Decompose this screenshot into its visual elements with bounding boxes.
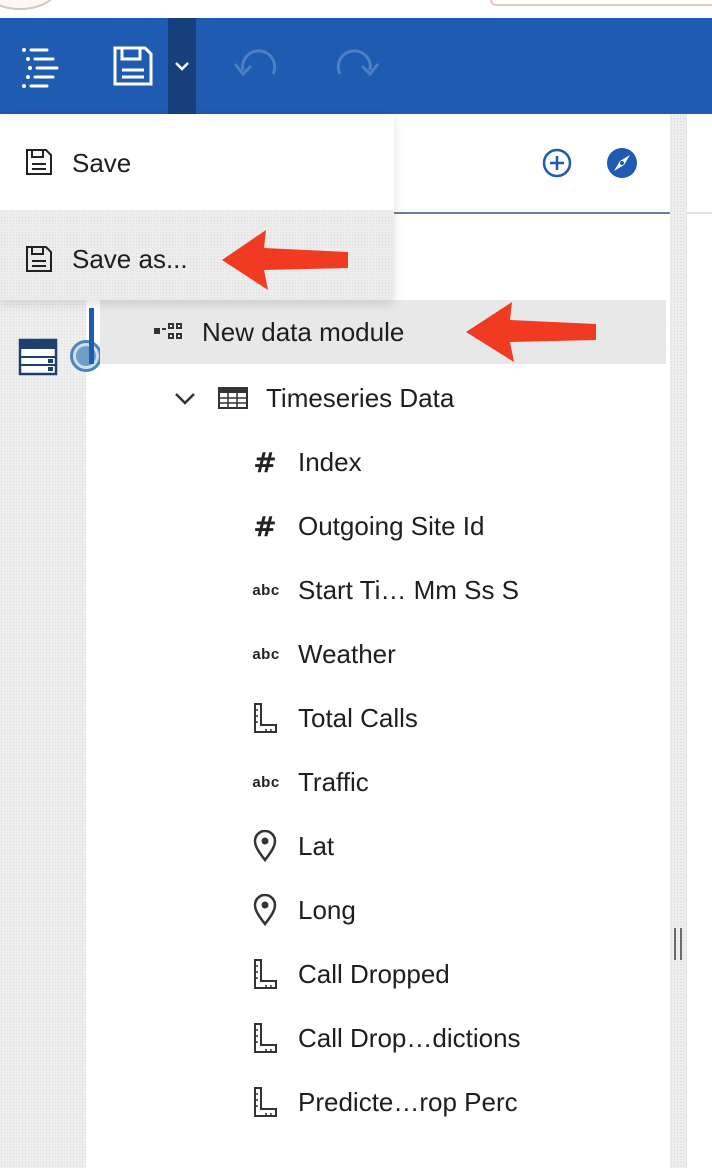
- undo-icon: [233, 49, 277, 77]
- navigation-menu-icon: [22, 48, 59, 88]
- panel-splitter[interactable]: [670, 114, 686, 1168]
- text-abc-icon: abc: [252, 581, 280, 599]
- data-source-icon[interactable]: [18, 338, 58, 376]
- navigate-button[interactable]: [603, 144, 641, 182]
- tree-item-column[interactable]: # Index: [100, 430, 666, 494]
- tree-item-label: Call Drop…dictions: [298, 1022, 521, 1053]
- tree-item-label: Total Calls: [298, 702, 418, 733]
- tree-item-label: Outgoing Site Id: [298, 510, 485, 541]
- browser-top-strip: [0, 0, 712, 18]
- tree-item-column[interactable]: abc Start Ti… Mm Ss S: [100, 558, 666, 622]
- menu-item-label: Save: [72, 148, 132, 178]
- text-abc-icon: abc: [252, 773, 280, 791]
- tree-item-label: Timeseries Data: [266, 382, 455, 413]
- tree-item-label: New data module: [202, 316, 405, 347]
- tree-item-label: Lat: [298, 830, 335, 861]
- tree-item-column[interactable]: # Outgoing Site Id: [100, 494, 666, 558]
- navigation-menu-button[interactable]: [0, 18, 78, 114]
- tree-item-column[interactable]: Predicte…rop Perc: [100, 1070, 666, 1134]
- canvas-edge: [686, 114, 712, 1168]
- hash-icon: #: [253, 445, 277, 479]
- chevron-down-icon: [175, 62, 189, 71]
- tree-item-label: Call Dropped: [298, 958, 450, 989]
- location-pin-icon: [250, 892, 280, 928]
- measure-ruler-icon: [250, 700, 280, 736]
- tree-item-label: Weather: [298, 638, 396, 669]
- redo-icon: [336, 49, 380, 77]
- data-module-icon: [154, 320, 186, 344]
- floppy-disk-icon: [113, 46, 153, 86]
- add-source-button[interactable]: [538, 144, 576, 182]
- status-indicator-dot: [70, 340, 102, 372]
- tree-item-label: Start Ti… Mm Ss S: [298, 574, 520, 605]
- tree-item-column[interactable]: Lat: [100, 814, 666, 878]
- menu-item-label: Save as...: [72, 244, 188, 274]
- tree-item-table[interactable]: Timeseries Data: [100, 366, 666, 430]
- measure-ruler-icon: [250, 1020, 280, 1056]
- tree-item-label: Predicte…rop Perc: [298, 1086, 518, 1117]
- tree-item-column[interactable]: Call Drop…dictions: [100, 1006, 666, 1070]
- measure-ruler-icon: [250, 956, 280, 992]
- app-toolbar: [0, 18, 712, 114]
- tree-item-column[interactable]: abc Weather: [100, 622, 666, 686]
- tree-item-column[interactable]: abc Traffic: [100, 750, 666, 814]
- redo-button[interactable]: [322, 18, 388, 114]
- compass-icon: [607, 148, 637, 178]
- top-field-edge: [490, 0, 712, 6]
- tree-item-column[interactable]: Total Calls: [100, 686, 666, 750]
- tree-item-label: Long: [298, 894, 356, 925]
- selection-accent-bar: [89, 308, 94, 364]
- tree-item-label: Index: [298, 446, 362, 477]
- resize-handle[interactable]: [672, 928, 684, 960]
- chevron-down-icon[interactable]: [172, 385, 198, 411]
- annotation-arrow-icon: [222, 230, 348, 290]
- save-options-dropdown-button[interactable]: [168, 18, 196, 114]
- add-circle-icon: [542, 148, 572, 178]
- annotation-arrow-icon: [466, 302, 596, 362]
- floppy-disk-icon: [24, 244, 54, 274]
- floppy-disk-icon: [24, 147, 54, 177]
- hash-icon: #: [253, 509, 277, 543]
- app-logo-edge: [0, 0, 60, 10]
- measure-ruler-icon: [250, 1084, 280, 1120]
- menu-item-save[interactable]: Save: [0, 114, 394, 210]
- tree-item-label: Traffic: [298, 766, 369, 797]
- tree-item-column[interactable]: Call Dropped: [100, 942, 666, 1006]
- location-pin-icon: [250, 828, 280, 864]
- undo-button[interactable]: [228, 18, 288, 114]
- table-icon: [218, 385, 248, 411]
- text-abc-icon: abc: [252, 645, 280, 663]
- save-button[interactable]: [98, 18, 168, 114]
- tree-item-column[interactable]: Long: [100, 878, 666, 942]
